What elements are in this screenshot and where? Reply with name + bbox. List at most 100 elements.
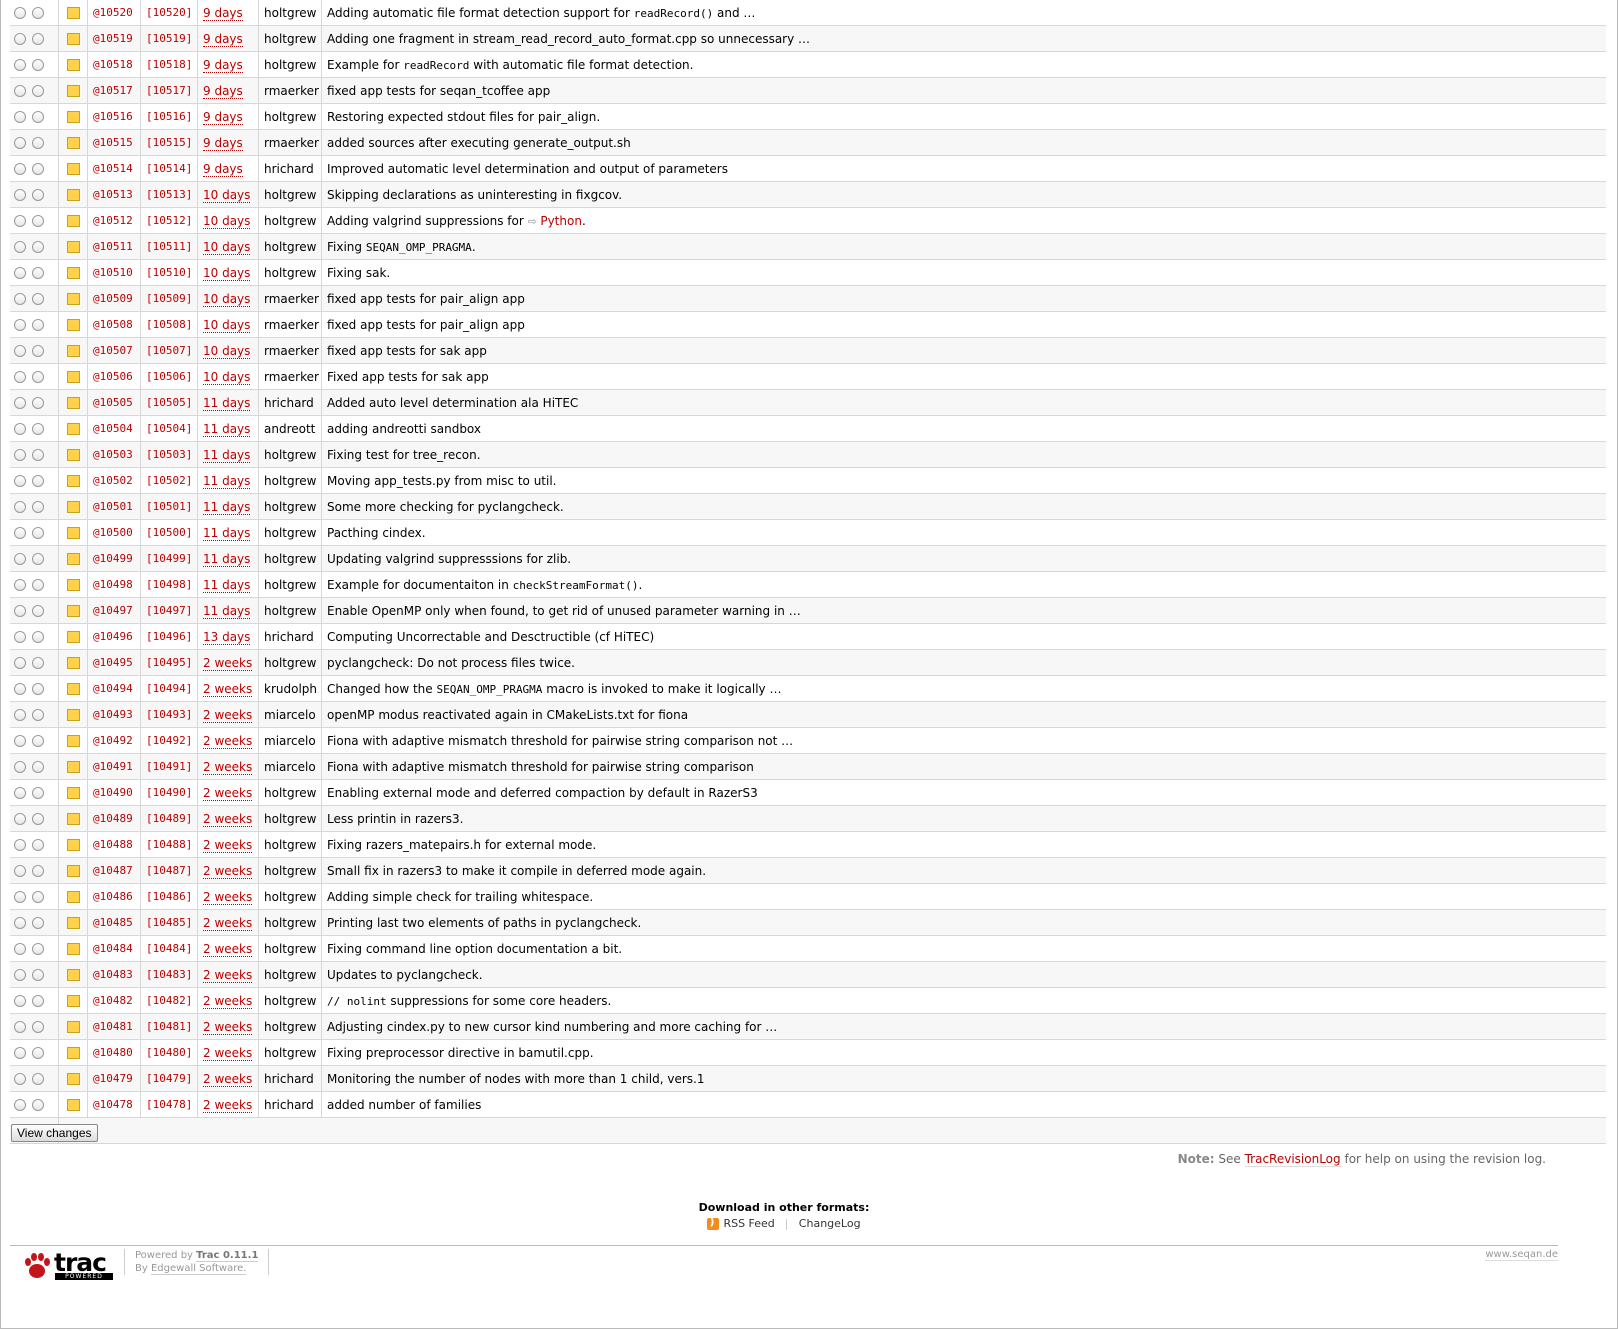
changeset-link[interactable]: [10501] (140, 493, 198, 520)
changeset-link[interactable]: [10498] (140, 571, 198, 598)
age-link[interactable]: 10 days (203, 187, 251, 203)
new-revision-radio[interactable] (32, 449, 44, 461)
new-revision-radio[interactable] (32, 215, 44, 227)
new-revision-radio[interactable] (32, 527, 44, 539)
new-revision-radio[interactable] (32, 683, 44, 695)
age-link[interactable]: 11 days (203, 551, 251, 567)
path-revision-link[interactable]: @10510 (87, 259, 141, 286)
age-link[interactable]: 9 days (203, 135, 243, 151)
age-link[interactable]: 2 weeks (203, 681, 253, 697)
new-revision-radio[interactable] (32, 501, 44, 513)
changeset-link[interactable]: [10482] (140, 987, 198, 1014)
age-link[interactable]: 9 days (203, 5, 243, 21)
age-link[interactable]: 9 days (203, 31, 243, 47)
new-revision-radio[interactable] (32, 943, 44, 955)
new-revision-radio[interactable] (32, 657, 44, 669)
changeset-link[interactable]: [10517] (140, 77, 198, 104)
new-revision-radio[interactable] (32, 475, 44, 487)
old-revision-radio[interactable] (14, 111, 26, 123)
old-revision-radio[interactable] (14, 683, 26, 695)
age-link[interactable]: 9 days (203, 83, 243, 99)
old-revision-radio[interactable] (14, 839, 26, 851)
path-revision-link[interactable]: @10506 (87, 363, 141, 390)
path-revision-link[interactable]: @10488 (87, 831, 141, 858)
age-link[interactable]: 9 days (203, 109, 243, 125)
path-revision-link[interactable]: @10516 (87, 103, 141, 130)
new-revision-radio[interactable] (32, 7, 44, 19)
age-link[interactable]: 2 weeks (203, 889, 253, 905)
age-link[interactable]: 2 weeks (203, 707, 253, 723)
old-revision-radio[interactable] (14, 891, 26, 903)
old-revision-radio[interactable] (14, 709, 26, 721)
old-revision-radio[interactable] (14, 995, 26, 1007)
path-revision-link[interactable]: @10478 (87, 1091, 141, 1118)
path-revision-link[interactable]: @10499 (87, 545, 141, 572)
new-revision-radio[interactable] (32, 1099, 44, 1111)
age-link[interactable]: 11 days (203, 421, 251, 437)
age-link[interactable]: 2 weeks (203, 993, 253, 1009)
new-revision-radio[interactable] (32, 423, 44, 435)
new-revision-radio[interactable] (32, 709, 44, 721)
path-revision-link[interactable]: @10489 (87, 805, 141, 832)
changeset-link[interactable]: [10499] (140, 545, 198, 572)
age-link[interactable]: 10 days (203, 265, 251, 281)
age-link[interactable]: 10 days (203, 213, 251, 229)
age-link[interactable]: 2 weeks (203, 759, 253, 775)
changeset-link[interactable]: [10479] (140, 1065, 198, 1092)
new-revision-radio[interactable] (32, 631, 44, 643)
age-link[interactable]: 11 days (203, 577, 251, 593)
age-link[interactable]: 11 days (203, 395, 251, 411)
changeset-link[interactable]: [10506] (140, 363, 198, 390)
path-revision-link[interactable]: @10479 (87, 1065, 141, 1092)
changeset-link[interactable]: [10496] (140, 623, 198, 650)
old-revision-radio[interactable] (14, 1099, 26, 1111)
path-revision-link[interactable]: @10484 (87, 935, 141, 962)
path-revision-link[interactable]: @10513 (87, 181, 141, 208)
new-revision-radio[interactable] (32, 787, 44, 799)
path-revision-link[interactable]: @10495 (87, 649, 141, 676)
old-revision-radio[interactable] (14, 215, 26, 227)
path-revision-link[interactable]: @10497 (87, 597, 141, 624)
trac-logo[interactable]: trac POWERED (24, 1248, 116, 1280)
changeset-link[interactable]: [10520] (140, 0, 198, 26)
changeset-link[interactable]: [10490] (140, 779, 198, 806)
new-revision-radio[interactable] (32, 995, 44, 1007)
changeset-link[interactable]: [10509] (140, 285, 198, 312)
old-revision-radio[interactable] (14, 85, 26, 97)
age-link[interactable]: 2 weeks (203, 863, 253, 879)
old-revision-radio[interactable] (14, 865, 26, 877)
changeset-link[interactable]: [10512] (140, 207, 198, 234)
path-revision-link[interactable]: @10485 (87, 909, 141, 936)
age-link[interactable]: 2 weeks (203, 785, 253, 801)
old-revision-radio[interactable] (14, 33, 26, 45)
path-revision-link[interactable]: @10504 (87, 415, 141, 442)
new-revision-radio[interactable] (32, 371, 44, 383)
old-revision-radio[interactable] (14, 631, 26, 643)
age-link[interactable]: 9 days (203, 161, 243, 177)
old-revision-radio[interactable] (14, 345, 26, 357)
path-revision-link[interactable]: @10494 (87, 675, 141, 702)
age-link[interactable]: 2 weeks (203, 655, 253, 671)
changeset-link[interactable]: [10513] (140, 181, 198, 208)
old-revision-radio[interactable] (14, 59, 26, 71)
age-link[interactable]: 10 days (203, 369, 251, 385)
new-revision-radio[interactable] (32, 839, 44, 851)
changeset-link[interactable]: [10500] (140, 519, 198, 546)
changeset-link[interactable]: [10518] (140, 51, 198, 78)
age-link[interactable]: 2 weeks (203, 733, 253, 749)
path-revision-link[interactable]: @10512 (87, 207, 141, 234)
trac-version-link[interactable]: Trac 0.11.1 (196, 1250, 259, 1262)
changeset-link[interactable]: [10484] (140, 935, 198, 962)
changeset-link[interactable]: [10519] (140, 25, 198, 52)
new-revision-radio[interactable] (32, 969, 44, 981)
path-revision-link[interactable]: @10509 (87, 285, 141, 312)
new-revision-radio[interactable] (32, 267, 44, 279)
changeset-link[interactable]: [10492] (140, 727, 198, 754)
old-revision-radio[interactable] (14, 579, 26, 591)
new-revision-radio[interactable] (32, 59, 44, 71)
new-revision-radio[interactable] (32, 735, 44, 747)
old-revision-radio[interactable] (14, 735, 26, 747)
path-revision-link[interactable]: @10508 (87, 311, 141, 338)
new-revision-radio[interactable] (32, 189, 44, 201)
path-revision-link[interactable]: @10507 (87, 337, 141, 364)
